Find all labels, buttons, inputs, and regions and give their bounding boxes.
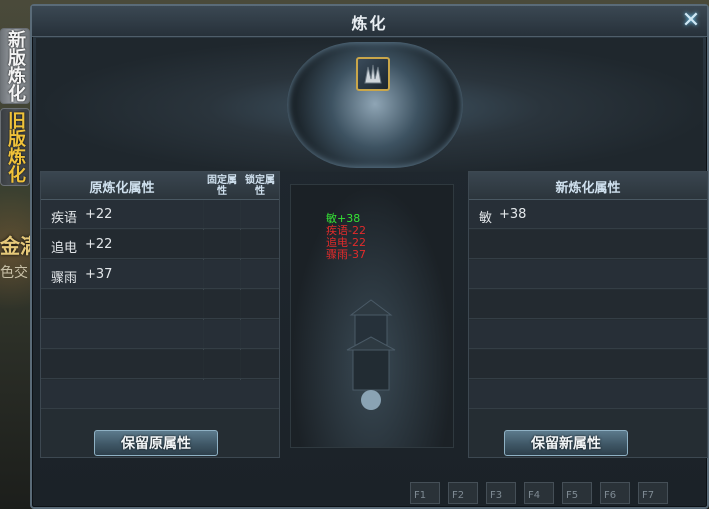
table-row xyxy=(41,350,279,379)
fixed-attribute-header: 固定属性 xyxy=(207,175,237,197)
title-bar: 炼化 ✕ xyxy=(32,6,707,37)
table-row xyxy=(41,320,279,349)
tab-old-refine[interactable]: 旧版炼化 xyxy=(0,108,30,186)
hotkey-slot[interactable]: F3 xyxy=(486,482,516,504)
hotkey-slot[interactable]: F2 xyxy=(448,482,478,504)
close-icon[interactable]: ✕ xyxy=(680,10,702,32)
table-row xyxy=(41,380,279,409)
table-row: 追电 +22 xyxy=(41,230,279,259)
table-row: 疾语 +22 xyxy=(41,200,279,229)
hotkey-slot[interactable]: F6 xyxy=(600,482,630,504)
original-attributes-header-row: 原炼化属性 固定属性 锁定属性 xyxy=(41,172,279,200)
original-attributes-panel: 原炼化属性 固定属性 锁定属性 疾语 +22 追电 +22 骤雨 +37 xyxy=(40,171,280,458)
table-row xyxy=(469,380,707,409)
tab-old-refine-label: 旧版炼化 xyxy=(5,111,26,183)
new-attributes-header: 新炼化属性 xyxy=(555,180,621,196)
table-row xyxy=(469,230,707,259)
item-slot[interactable] xyxy=(356,57,390,91)
attribute-value: +22 xyxy=(85,207,113,222)
keep-original-button[interactable]: 保留原属性 xyxy=(94,430,218,456)
attribute-value: +38 xyxy=(499,207,527,222)
attribute-name: 敏 xyxy=(479,211,493,226)
claw-icon xyxy=(364,64,382,84)
attribute-value: +37 xyxy=(85,267,113,282)
new-attributes-header-row: 新炼化属性 xyxy=(469,172,707,200)
window-title: 炼化 xyxy=(351,14,388,33)
scene-text-2: 色交 xyxy=(0,265,28,281)
table-row xyxy=(469,350,707,379)
table-row xyxy=(41,290,279,319)
hotkey-slot[interactable]: F7 xyxy=(638,482,668,504)
keep-new-button[interactable]: 保留新属性 xyxy=(504,430,628,456)
tab-new-refine[interactable]: 新版炼化 xyxy=(0,28,30,104)
hotkey-slot[interactable]: F4 xyxy=(524,482,554,504)
new-attributes-panel: 新炼化属性 敏 +38 xyxy=(468,171,708,458)
attribute-change-list: 敏+38 疾语-22 追电-22 骤雨-37 xyxy=(326,213,426,261)
tower-icon xyxy=(346,299,396,410)
hotkey-slot[interactable]: F1 xyxy=(410,482,440,504)
refine-window: 炼化 ✕ 原炼化属性 固定属性 锁定属性 疾语 +22 追电 +22 骤雨 +3… xyxy=(30,4,709,509)
change-line: 骤雨-37 xyxy=(326,248,366,261)
table-row: 敏 +38 xyxy=(469,200,707,229)
attribute-name: 疾语 xyxy=(51,211,78,226)
tab-new-refine-label: 新版炼化 xyxy=(5,30,26,102)
table-row xyxy=(469,290,707,319)
table-row xyxy=(469,320,707,349)
table-row xyxy=(469,260,707,289)
scene-text-1: 金满 xyxy=(0,234,32,258)
table-row: 骤雨 +37 xyxy=(41,260,279,289)
lock-attribute-header: 锁定属性 xyxy=(245,175,275,197)
original-attributes-header: 原炼化属性 xyxy=(89,180,155,196)
hotkey-slot[interactable]: F5 xyxy=(562,482,592,504)
hotkey-bar: F1 F2 F3 F4 F5 F6 F7 xyxy=(410,482,706,506)
attribute-value: +22 xyxy=(85,237,113,252)
attribute-name: 追电 xyxy=(51,241,78,256)
attribute-name: 骤雨 xyxy=(51,271,78,286)
